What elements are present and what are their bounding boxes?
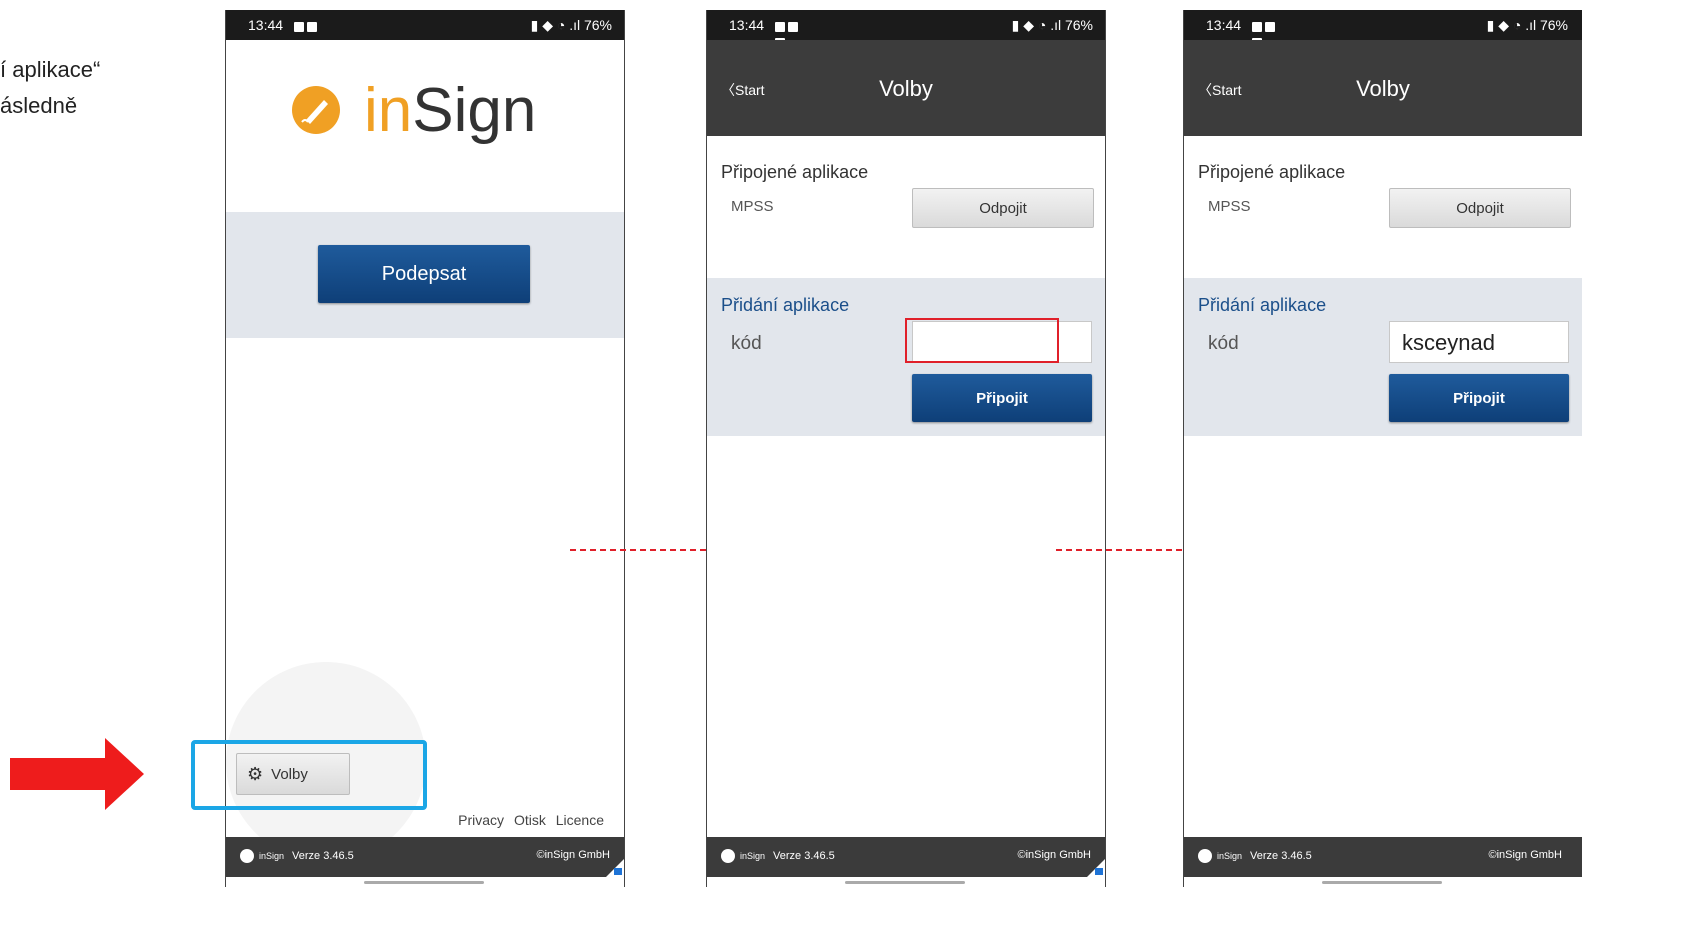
insign-small-logo-icon <box>240 849 254 863</box>
insign-small-logo-icon <box>721 849 735 863</box>
footer-copyright: ©inSign GmbH <box>536 849 610 861</box>
page-title: Volby <box>1356 76 1410 101</box>
status-bar: 13:44 ▮ ◆ ◔ .ıl 76% <box>1184 10 1582 48</box>
footer-version: Verze 3.46.5 <box>773 850 835 862</box>
status-bar: 13:44 ▮ ◆ ◔ .ıl 76% <box>707 10 1105 48</box>
logo-wordmark: inSign <box>364 76 537 145</box>
instruction-line-2: ásledně <box>0 93 78 118</box>
notification-icons <box>294 19 324 32</box>
insign-small-logo-icon <box>1198 849 1212 863</box>
settings-highlight-box <box>191 740 427 810</box>
connect-button[interactable]: Připojit <box>1389 374 1569 422</box>
pen-logo-icon <box>292 86 340 134</box>
insign-logo: inSign <box>226 40 624 210</box>
status-time: 13:44 <box>248 17 284 33</box>
gesture-bar <box>226 877 624 887</box>
licence-link[interactable]: Licence <box>556 812 604 828</box>
connected-apps-title: Připojené aplikace <box>1198 162 1346 182</box>
settings-header: 〈Start Volby <box>707 40 1105 136</box>
status-right: ▮ ◆ ◔ .ıl 76% <box>1011 17 1093 33</box>
battery-level: 76% <box>1064 17 1093 33</box>
battery-level: 76% <box>1539 17 1568 33</box>
privacy-link[interactable]: Privacy <box>458 812 504 828</box>
status-right: ▮ ◆ ◔ .ıl 76% <box>530 17 612 33</box>
footer-copyright: ©inSign GmbH <box>1017 849 1091 861</box>
footer-copyright: ©inSign GmbH <box>1488 849 1562 861</box>
app-footer: inSign Verze 3.46.5 ©inSign GmbH <box>707 837 1105 877</box>
sign-button[interactable]: Podepsat <box>318 245 530 303</box>
instruction-line-1: í aplikace“ <box>0 57 101 82</box>
code-input[interactable]: ksceynad <box>1389 321 1569 363</box>
connected-app-name: MPSS <box>1208 198 1251 215</box>
phone-screen-settings-filled: 13:44 ▮ ◆ ◔ .ıl 76% 〈Start Volby Připoje… <box>1183 10 1582 887</box>
settings-header: 〈Start Volby <box>1184 40 1582 136</box>
footer-brand: inSign <box>259 851 285 861</box>
status-bar: 13:44 ▮ ◆ ◔ .ıl 76% <box>226 10 624 40</box>
instruction-text: í aplikace“ ásledně <box>0 52 100 124</box>
gesture-bar <box>707 877 1105 887</box>
phone-screen-settings-empty: 13:44 ▮ ◆ ◔ .ıl 76% 〈Start Volby Připoje… <box>706 10 1106 887</box>
app-footer: inSign Verze 3.46.5 ©inSign GmbH <box>1184 837 1582 877</box>
connected-app-name: MPSS <box>731 198 774 215</box>
footer-brand: inSign <box>1217 851 1243 861</box>
status-time: 13:44 <box>729 17 765 33</box>
disconnect-button[interactable]: Odpojit <box>1389 188 1571 228</box>
corner-marker <box>1095 868 1103 875</box>
connect-button[interactable]: Připojit <box>912 374 1092 422</box>
footer-version: Verze 3.46.5 <box>1250 850 1312 862</box>
battery-level: 76% <box>583 17 612 33</box>
red-arrow-icon <box>10 738 144 810</box>
add-app-title: Přidání aplikace <box>1198 295 1327 315</box>
status-right: ▮ ◆ ◔ .ıl 76% <box>1486 17 1568 33</box>
app-footer: inSign Verze 3.46.5 ©inSign GmbH <box>226 837 624 877</box>
code-label: kód <box>1208 333 1239 354</box>
add-app-title: Přidání aplikace <box>721 295 850 315</box>
notification-icons <box>1252 19 1282 48</box>
disconnect-button[interactable]: Odpojit <box>912 188 1094 228</box>
connected-apps-title: Připojené aplikace <box>721 162 869 182</box>
footer-version: Verze 3.46.5 <box>292 850 354 862</box>
footer-links: Privacy Otisk Licence <box>452 812 604 828</box>
code-input-highlight-box <box>905 318 1059 363</box>
status-time: 13:44 <box>1206 17 1242 33</box>
corner-marker <box>614 868 622 875</box>
notification-icons <box>775 19 805 48</box>
imprint-link[interactable]: Otisk <box>514 812 546 828</box>
sign-section: Podepsat <box>226 212 624 338</box>
code-label: kód <box>731 333 762 354</box>
gesture-bar <box>1184 877 1582 887</box>
page-title: Volby <box>879 76 933 101</box>
footer-brand: inSign <box>740 851 766 861</box>
